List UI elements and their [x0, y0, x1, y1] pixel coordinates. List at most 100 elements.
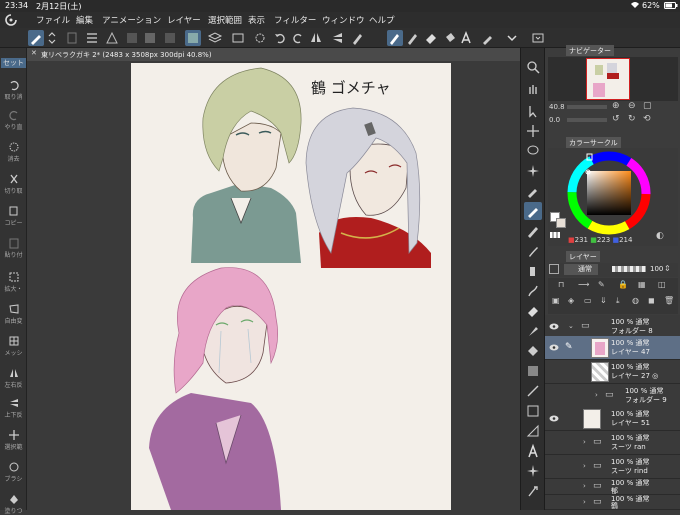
- merge-down-icon[interactable]: ⤓: [616, 296, 620, 306]
- snap-off-icon[interactable]: [142, 30, 158, 46]
- paste-button[interactable]: 貼り付: [1, 236, 26, 259]
- sub-color-swatch[interactable]: [556, 218, 566, 228]
- menu-help[interactable]: ヘルプ: [369, 14, 395, 26]
- fill-tool-icon[interactable]: [524, 342, 542, 360]
- transform-button[interactable]: 拡大・: [1, 270, 26, 293]
- folder-collapsed-chevron-icon[interactable]: ›: [595, 391, 598, 399]
- layer-row[interactable]: › ▭ 100 % 通常 スーツ rind: [545, 455, 680, 479]
- layer-row[interactable]: › ▭ 100 % 通常 鶴: [545, 495, 680, 510]
- text-tool-icon[interactable]: [524, 442, 542, 460]
- eye-icon[interactable]: [549, 344, 559, 351]
- grid-icon[interactable]: [124, 30, 140, 46]
- color-wheel[interactable]: [566, 150, 652, 236]
- folder-collapsed-chevron-icon[interactable]: ›: [583, 482, 586, 490]
- decoration-tool-icon[interactable]: [524, 282, 542, 300]
- menu-animation[interactable]: アニメーション: [102, 14, 161, 26]
- transfer-down-icon[interactable]: ⇓: [600, 296, 607, 305]
- zoom-in-icon[interactable]: ⊕: [612, 101, 620, 111]
- menu-file[interactable]: ファイル: [36, 14, 70, 26]
- move-layer-tool-icon[interactable]: [524, 122, 542, 140]
- correction-tool-icon[interactable]: [524, 482, 542, 500]
- blend-mode-select[interactable]: 通常: [564, 264, 598, 275]
- flip-vertical-icon[interactable]: [330, 30, 346, 46]
- navigator-tab[interactable]: ナビゲーター: [566, 45, 614, 56]
- transparent-color-swatch[interactable]: [550, 232, 560, 238]
- flip-vertical-button[interactable]: 上下反: [1, 396, 26, 419]
- layers-stack-icon[interactable]: [207, 30, 223, 46]
- chevron-down-icon[interactable]: [504, 30, 520, 46]
- clip-studio-logo-icon[interactable]: [5, 14, 17, 29]
- mask-icon[interactable]: ◫: [658, 280, 666, 289]
- pen-brush-icon[interactable]: [350, 30, 366, 46]
- new-vector-layer-icon[interactable]: ◈: [568, 296, 574, 305]
- ruler-tool-icon[interactable]: [524, 422, 542, 440]
- navigator-preview[interactable]: [548, 57, 678, 101]
- opacity-value[interactable]: 100: [650, 265, 663, 273]
- pen-tool-icon[interactable]: [524, 202, 542, 220]
- eyedropper-tool-icon[interactable]: [524, 182, 542, 200]
- snap-ruler-icon[interactable]: [162, 30, 178, 46]
- redo-button[interactable]: やり直: [1, 108, 26, 131]
- balloon-tool-icon[interactable]: [524, 462, 542, 480]
- rotation-slider[interactable]: [567, 118, 607, 122]
- text-tool-icon[interactable]: [458, 30, 474, 46]
- auto-select-tool-icon[interactable]: [524, 162, 542, 180]
- ruler-icon[interactable]: [104, 30, 120, 46]
- lasso-tool-icon[interactable]: [524, 142, 542, 160]
- new-folder-icon[interactable]: ▭: [584, 296, 592, 305]
- fill-bucket-icon[interactable]: [442, 30, 458, 46]
- layer-row[interactable]: › ▭ 100 % 通常 スーツ ran: [545, 431, 680, 455]
- layer-tab[interactable]: レイヤー: [566, 251, 600, 262]
- folder-collapsed-chevron-icon[interactable]: ›: [583, 498, 586, 506]
- brush-button[interactable]: ブラシ: [1, 460, 26, 483]
- operation-tool-icon[interactable]: [524, 102, 542, 120]
- cut-button[interactable]: 切り取: [1, 172, 26, 195]
- delete-layer-icon[interactable]: 🗑: [664, 296, 674, 305]
- gradient-tool-icon[interactable]: [524, 362, 542, 380]
- chevron-updown-icon[interactable]: [44, 30, 60, 46]
- zoom-slider[interactable]: [567, 105, 607, 109]
- folder-collapsed-chevron-icon[interactable]: ›: [583, 438, 586, 446]
- reference-layer-icon[interactable]: ⟶: [578, 280, 589, 289]
- color-circle-tab[interactable]: カラーサークル: [566, 137, 621, 148]
- color-settings-icon[interactable]: ◐: [656, 231, 664, 241]
- blend-tool-icon[interactable]: [524, 322, 542, 340]
- rotate-right-icon[interactable]: ↻: [628, 114, 636, 124]
- eye-icon[interactable]: [549, 415, 559, 422]
- menu-list-icon[interactable]: [84, 30, 100, 46]
- undo-button[interactable]: 取り消: [1, 78, 26, 101]
- apply-mask-icon[interactable]: ◼: [648, 296, 655, 305]
- lock-layer-icon[interactable]: 🔒: [618, 280, 628, 289]
- navigator-viewport[interactable]: [586, 58, 630, 100]
- free-transform-button[interactable]: 自由変: [1, 302, 26, 325]
- rotation-value[interactable]: 0.0: [549, 116, 560, 124]
- hand-tool-icon[interactable]: [524, 80, 542, 98]
- document-tab-title[interactable]: 東リベラクガキ 2* (2483 x 3508px 300dpi 40.8%): [41, 50, 212, 60]
- copy-button[interactable]: コピー: [1, 204, 26, 227]
- brush-settings-icon[interactable]: [405, 30, 421, 46]
- selection-tool-icon[interactable]: [252, 30, 268, 46]
- brush-tool-icon[interactable]: [524, 242, 542, 260]
- zoom-value[interactable]: 40.8: [549, 103, 565, 111]
- new-raster-layer-icon[interactable]: ▣: [552, 296, 560, 305]
- eraser-icon[interactable]: [423, 30, 439, 46]
- undo-icon[interactable]: [272, 30, 288, 46]
- layer-row[interactable]: › ▭ 100 % 通常 郁: [545, 479, 680, 495]
- zoom-out-icon[interactable]: ⊖: [628, 101, 636, 111]
- zoom-tool-icon[interactable]: [524, 58, 542, 76]
- new-canvas-icon[interactable]: [64, 30, 80, 46]
- draft-layer-icon[interactable]: ✎: [598, 280, 605, 289]
- lasso-fill-icon[interactable]: [230, 30, 246, 46]
- eyedropper-icon[interactable]: [480, 30, 496, 46]
- pencil-tool-icon[interactable]: [524, 222, 542, 240]
- layer-row[interactable]: 100 % 通常 レイヤー 27 ◎: [545, 360, 680, 384]
- erase-button[interactable]: 消去: [1, 140, 26, 163]
- menu-edit[interactable]: 編集: [76, 14, 93, 26]
- airbrush-icon[interactable]: [387, 30, 403, 46]
- panel-menu-icon[interactable]: [530, 30, 546, 46]
- flip-horizontal-button[interactable]: 左右反: [1, 366, 26, 389]
- layer-row[interactable]: › ▭ 100 % 通常 フォルダー 9: [545, 384, 680, 408]
- redo-icon[interactable]: [290, 30, 306, 46]
- airbrush-tool-icon[interactable]: [524, 262, 542, 280]
- menu-selection[interactable]: 選択範囲: [208, 14, 242, 26]
